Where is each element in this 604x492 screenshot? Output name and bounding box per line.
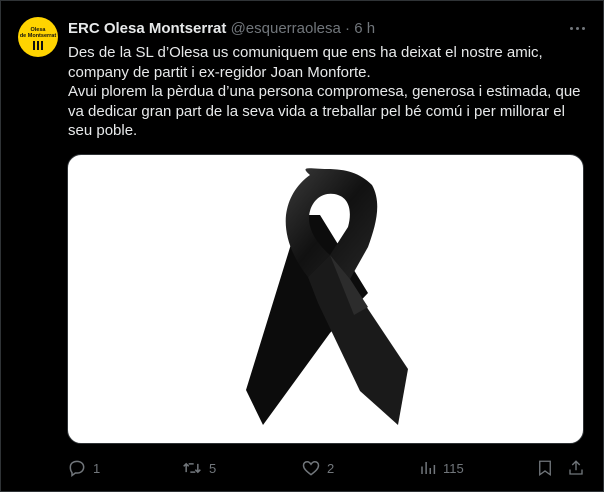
tweet-paragraph-2: Avui plorem la pèrdua d’una persona comp… — [68, 83, 581, 139]
views-chart-icon — [421, 462, 436, 474]
bookmark-icon — [539, 460, 551, 477]
avatar-text-line2: de Montserrat — [19, 33, 57, 39]
tweet-media-image[interactable] — [67, 154, 584, 444]
tweet-card: Olesa de Montserrat ERC Olesa Montserrat… — [0, 0, 604, 492]
views-count: 115 — [443, 460, 464, 476]
reply-count: 1 — [93, 460, 101, 476]
tweet-text: Des de la SL d’Olesa us comuniquem que e… — [68, 43, 588, 141]
author-handle[interactable]: @esquerraolesa — [231, 20, 341, 37]
header-separator: · — [345, 20, 351, 37]
like-count: 2 — [327, 460, 335, 476]
share-icon — [569, 460, 583, 475]
like-button[interactable]: 2 — [301, 455, 334, 481]
tweet-timestamp[interactable]: 6 h — [354, 20, 375, 37]
heart-icon — [302, 460, 320, 476]
tweet-actions-bar: 1 5 2 115 — [1, 455, 604, 483]
avatar[interactable]: Olesa de Montserrat — [18, 17, 58, 57]
share-button[interactable] — [567, 455, 585, 481]
more-options-icon[interactable] — [566, 19, 590, 39]
reply-icon — [69, 460, 85, 477]
retweet-button[interactable]: 5 — [181, 455, 216, 481]
bookmark-button[interactable] — [536, 455, 554, 481]
retweet-count: 5 — [209, 460, 217, 476]
tweet-paragraph-1: Des de la SL d’Olesa us comuniquem que e… — [68, 44, 543, 81]
author-name[interactable]: ERC Olesa Montserrat — [68, 20, 226, 37]
reply-button[interactable]: 1 — [67, 455, 100, 481]
tweet-header: ERC Olesa Montserrat @esquerraolesa · 6 … — [68, 20, 375, 38]
views-button[interactable]: 115 — [419, 455, 464, 481]
mourning-ribbon-icon — [246, 168, 408, 425]
retweet-icon — [183, 462, 201, 474]
